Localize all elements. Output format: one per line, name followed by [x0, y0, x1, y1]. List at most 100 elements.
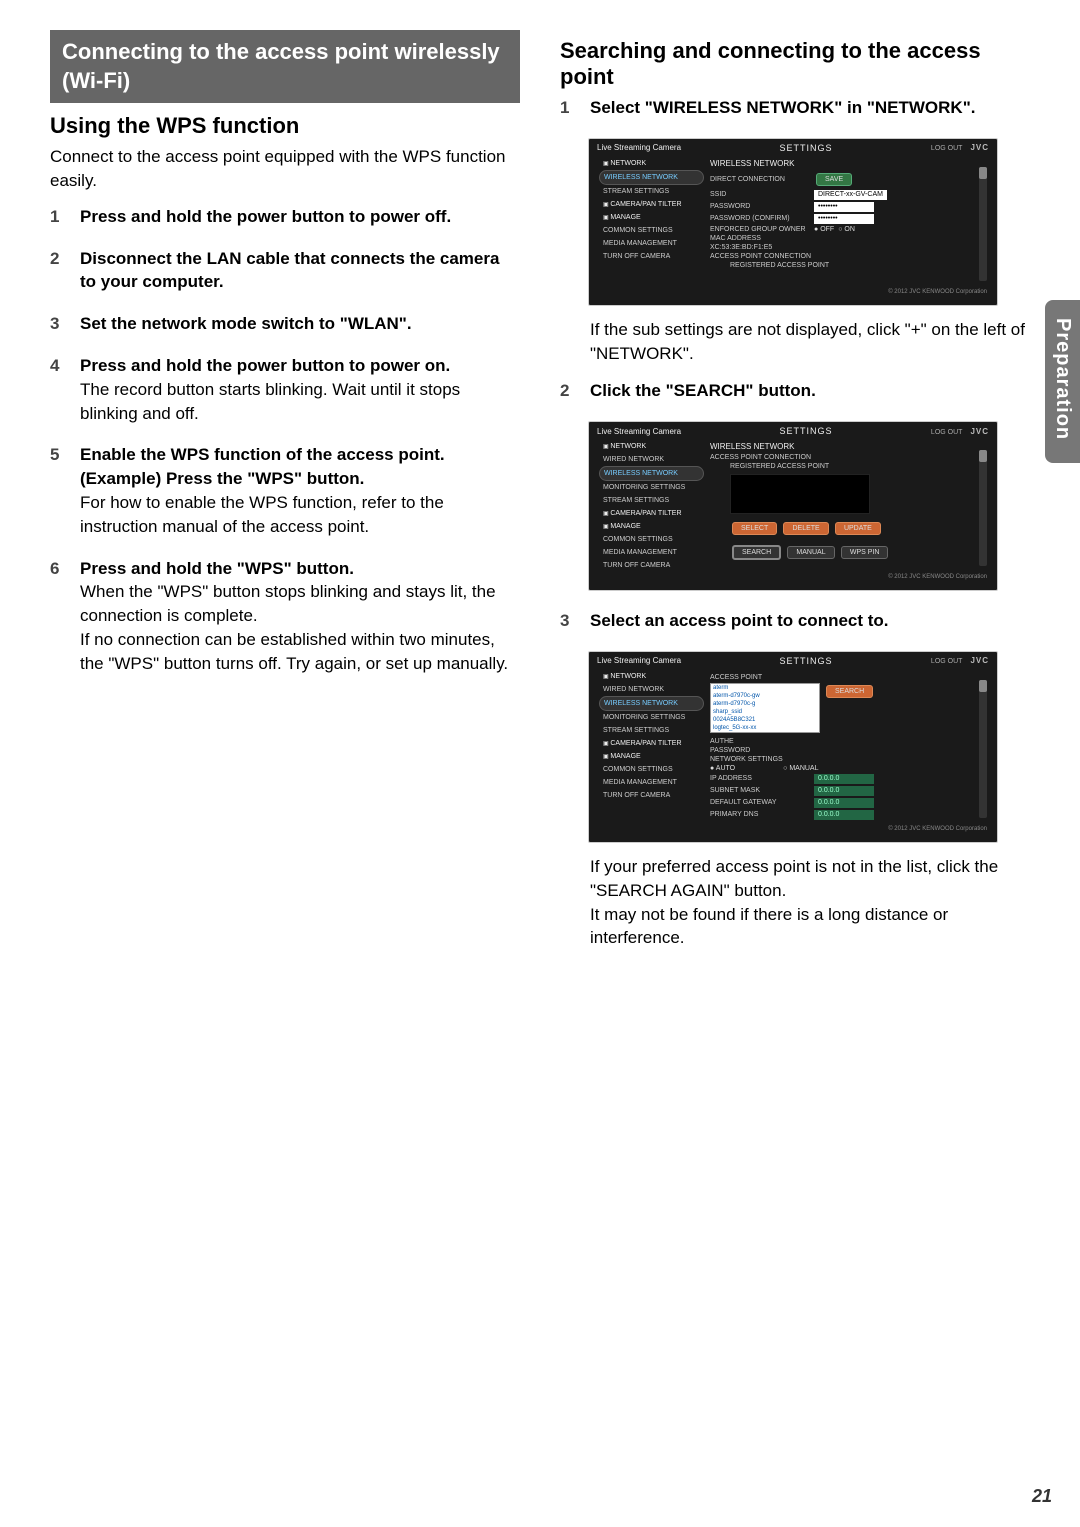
- label-network-settings: NETWORK SETTINGS: [710, 756, 783, 763]
- update-button[interactable]: UPDATE: [835, 522, 881, 535]
- sidebar-item-network[interactable]: NETWORK: [599, 670, 704, 683]
- section-heading: Connecting to the access point wirelessl…: [50, 30, 520, 103]
- sidebar-item-manage[interactable]: MANAGE: [599, 211, 704, 224]
- step-title: Press and hold the power button to power…: [80, 356, 450, 375]
- step-number: 3: [50, 312, 59, 336]
- dns-field[interactable]: 0.0.0.0: [814, 810, 874, 820]
- label-primary-dns: PRIMARY DNS: [710, 811, 810, 818]
- app-title: Live Streaming Camera: [597, 656, 681, 665]
- sidebar-item-common-settings[interactable]: COMMON SETTINGS: [599, 533, 704, 546]
- ap-option[interactable]: aterm-d7970c-g: [711, 700, 819, 708]
- password-confirm-field[interactable]: ••••••••: [814, 214, 874, 224]
- sidebar-item-turn-off-camera[interactable]: TURN OFF CAMERA: [599, 559, 704, 572]
- logout-link[interactable]: LOG OUT: [931, 145, 963, 152]
- label-password: PASSWORD: [710, 203, 810, 210]
- step-desc: The record button starts blinking. Wait …: [80, 378, 520, 426]
- step-title: Select an access point to connect to.: [590, 611, 889, 630]
- sidebar-item-network[interactable]: NETWORK: [599, 440, 704, 453]
- step-item: 6 Press and hold the "WPS" button. When …: [50, 557, 520, 676]
- settings-screenshot-access-point-list: Live Streaming Camera SETTINGS LOG OUTJV…: [588, 651, 998, 843]
- label-ssid: SSID: [710, 191, 810, 198]
- ap-option[interactable]: logtec_5G-xx-xx: [711, 724, 819, 732]
- label-registered-access-point: REGISTERED ACCESS POINT: [730, 463, 829, 470]
- step-number: 1: [560, 96, 569, 120]
- sidebar-item-camera-pan-tilter[interactable]: CAMERA/PAN TILTER: [599, 198, 704, 211]
- app-title: Live Streaming Camera: [597, 143, 681, 152]
- sidebar-item-camera-pan-tilter[interactable]: CAMERA/PAN TILTER: [599, 507, 704, 520]
- copyright-text: © 2012 JVC KENWOOD Corporation: [589, 824, 997, 832]
- sidebar-item-stream-settings[interactable]: STREAM SETTINGS: [599, 185, 704, 198]
- sidebar-item-network[interactable]: NETWORK: [599, 157, 704, 170]
- intro-text: Connect to the access point equipped wit…: [50, 145, 520, 193]
- scrollbar[interactable]: [979, 680, 987, 818]
- step-number: 2: [560, 379, 569, 403]
- label-password: PASSWORD: [710, 747, 810, 754]
- search-button[interactable]: SEARCH: [732, 545, 781, 560]
- ap-option[interactable]: 0024A5B8C321: [711, 716, 819, 724]
- sidebar-item-wireless-network[interactable]: WIRELESS NETWORK: [599, 170, 704, 185]
- ssid-field[interactable]: DIRECT-xx-GV-CAM: [814, 190, 887, 200]
- subsection-heading: Using the WPS function: [50, 113, 520, 139]
- page-title: SETTINGS: [681, 143, 931, 153]
- access-point-list[interactable]: aterm aterm-d7970c-gw aterm-d7970c-g sha…: [710, 683, 820, 733]
- step-number: 4: [50, 354, 59, 378]
- sidebar-item-turn-off-camera[interactable]: TURN OFF CAMERA: [599, 250, 704, 263]
- wps-pin-button[interactable]: WPS PIN: [841, 546, 889, 559]
- step-item: 1 Press and hold the power button to pow…: [50, 205, 520, 229]
- step-item: 3 Select an access point to connect to.: [560, 609, 1030, 633]
- logout-link[interactable]: LOG OUT: [931, 658, 963, 665]
- ap-option[interactable]: sharp_ssid: [711, 708, 819, 716]
- page-title: SETTINGS: [681, 426, 931, 436]
- radio-off[interactable]: ● OFF: [814, 226, 834, 233]
- sidebar-item-media-management[interactable]: MEDIA MANAGEMENT: [599, 237, 704, 250]
- panel-title: WIRELESS NETWORK: [710, 159, 981, 168]
- ap-option[interactable]: aterm-d7970c-gw: [711, 692, 819, 700]
- delete-button[interactable]: DELETE: [783, 522, 828, 535]
- radio-auto[interactable]: ● AUTO: [710, 765, 735, 772]
- radio-on[interactable]: ○ ON: [838, 226, 855, 233]
- step-after-text: If your preferred access point is not in…: [590, 855, 1030, 950]
- step-desc: When the "WPS" button stops blinking and…: [80, 580, 520, 675]
- panel-title: WIRELESS NETWORK: [710, 442, 981, 451]
- scrollbar[interactable]: [979, 167, 987, 281]
- logout-link[interactable]: LOG OUT: [931, 429, 963, 436]
- sidebar-item-monitoring-settings[interactable]: MONITORING SETTINGS: [599, 711, 704, 724]
- password-field[interactable]: ••••••••: [814, 202, 874, 212]
- ip-field[interactable]: 0.0.0.0: [814, 774, 874, 784]
- sidebar-item-common-settings[interactable]: COMMON SETTINGS: [599, 224, 704, 237]
- sidebar-item-wireless-network[interactable]: WIRELESS NETWORK: [599, 696, 704, 711]
- label-default-gateway: DEFAULT GATEWAY: [710, 799, 810, 806]
- step-number: 3: [560, 609, 569, 633]
- sidebar-item-manage[interactable]: MANAGE: [599, 750, 704, 763]
- subsection-heading: Searching and connecting to the access p…: [560, 38, 1030, 90]
- sidebar-item-camera-pan-tilter[interactable]: CAMERA/PAN TILTER: [599, 737, 704, 750]
- save-button[interactable]: SAVE: [816, 173, 852, 186]
- label-enforced-group-owner: ENFORCED GROUP OWNER: [710, 226, 810, 233]
- sidebar-item-wired-network[interactable]: WIRED NETWORK: [599, 683, 704, 696]
- step-title: Set the network mode switch to "WLAN".: [80, 314, 412, 333]
- step-number: 2: [50, 247, 59, 271]
- select-button[interactable]: SELECT: [732, 522, 777, 535]
- sidebar-item-common-settings[interactable]: COMMON SETTINGS: [599, 763, 704, 776]
- gateway-field[interactable]: 0.0.0.0: [814, 798, 874, 808]
- settings-sidebar: NETWORK WIRELESS NETWORK STREAM SETTINGS…: [599, 157, 704, 287]
- sidebar-item-stream-settings[interactable]: STREAM SETTINGS: [599, 724, 704, 737]
- step-title: Press and hold the "WPS" button.: [80, 559, 354, 578]
- label-access-point-connection: ACCESS POINT CONNECTION: [710, 253, 811, 260]
- subnet-field[interactable]: 0.0.0.0: [814, 786, 874, 796]
- sidebar-item-monitoring-settings[interactable]: MONITORING SETTINGS: [599, 481, 704, 494]
- manual-button[interactable]: MANUAL: [787, 546, 834, 559]
- step-desc: For how to enable the WPS function, refe…: [80, 491, 520, 539]
- scrollbar[interactable]: [979, 450, 987, 566]
- sidebar-item-turn-off-camera[interactable]: TURN OFF CAMERA: [599, 789, 704, 802]
- sidebar-item-media-management[interactable]: MEDIA MANAGEMENT: [599, 776, 704, 789]
- ap-option[interactable]: aterm: [711, 684, 819, 692]
- sidebar-item-wired-network[interactable]: WIRED NETWORK: [599, 453, 704, 466]
- sidebar-item-wireless-network[interactable]: WIRELESS NETWORK: [599, 466, 704, 481]
- search-again-button[interactable]: SEARCH: [826, 685, 873, 698]
- sidebar-item-stream-settings[interactable]: STREAM SETTINGS: [599, 494, 704, 507]
- sidebar-item-media-management[interactable]: MEDIA MANAGEMENT: [599, 546, 704, 559]
- sidebar-item-manage[interactable]: MANAGE: [599, 520, 704, 533]
- radio-manual[interactable]: ○ MANUAL: [783, 765, 818, 772]
- step-item: 4 Press and hold the power button to pow…: [50, 354, 520, 425]
